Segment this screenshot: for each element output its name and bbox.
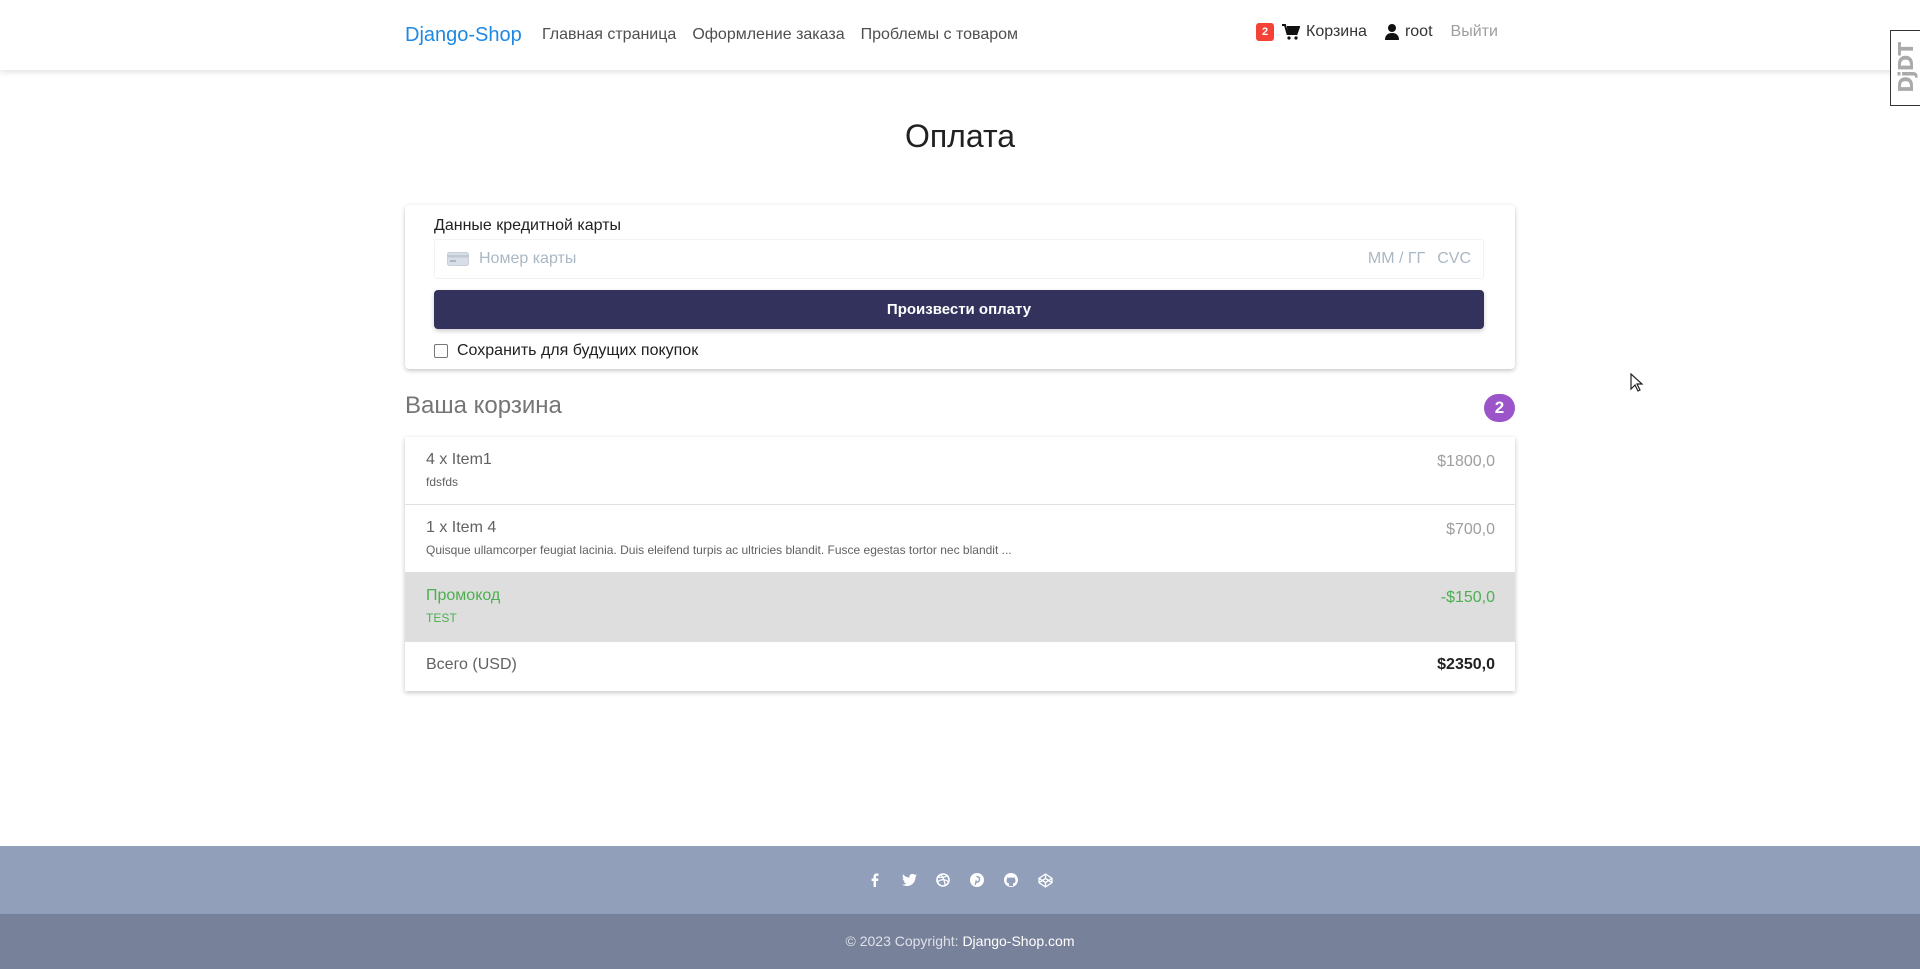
card-number-placeholder: Номер карты [479,250,577,267]
promo-row: Промокод TEST -$150,0 [405,573,1515,642]
pay-button[interactable]: Произвести оплату [434,290,1484,329]
facebook-icon[interactable] [867,872,883,888]
user-name: root [1404,23,1433,40]
promo-code: TEST [426,611,457,625]
nav-links: Главная страница Оформление заказа Пробл… [542,26,1034,44]
cart-item: 4 x Item1 fdsfds $1800,0 [405,437,1515,505]
cart-label: Корзина [1306,23,1367,40]
save-card-label: Сохранить для будущих покупок [457,342,699,359]
total-row: Всего (USD) $2350,0 [405,642,1515,691]
nav-right: 2 Корзина root Выйти [1256,20,1498,44]
nav-link-home[interactable]: Главная страница [542,26,676,44]
navbar: Django-Shop Главная страница Оформление … [0,0,1920,70]
mouse-cursor-icon [1630,373,1644,392]
dribbble-icon[interactable] [935,872,951,888]
copyright-bar: © 2023 Copyright: Django-Shop.com [0,914,1920,969]
cart-item: 1 x Item 4 Quisque ullamcorper feugiat l… [405,505,1515,573]
save-card-option[interactable]: Сохранить для будущих покупок [434,342,698,360]
promo-discount: -$150,0 [1440,589,1495,606]
cart-list: 4 x Item1 fdsfds $1800,0 1 x Item 4 Quis… [405,437,1515,691]
expiry-placeholder: MM / ГГ [1367,250,1426,267]
social-links [0,846,1920,914]
payment-form: Данные кредитной карты Номер карты MM / … [405,205,1515,369]
nav-link-checkout[interactable]: Оформление заказа [692,26,844,44]
twitter-icon[interactable] [901,872,917,888]
cart-header: Ваша корзина 2 [405,392,1515,422]
card-details-label: Данные кредитной карты [434,217,622,234]
cart-item-title: 4 x Item1 [426,451,492,468]
cart-count-badge: 2 [1256,23,1274,41]
codepen-icon[interactable] [1037,872,1053,888]
debug-toolbar-handle[interactable]: DjDT [1890,30,1920,106]
user-icon [1384,24,1399,40]
logout-link[interactable]: Выйти [1451,23,1498,41]
card-number-field[interactable]: Номер карты MM / ГГ CVC [434,239,1484,279]
nav-link-issues[interactable]: Проблемы с товаром [861,26,1018,44]
cart-item-price: $700,0 [1446,521,1495,538]
cvc-placeholder: CVC [1437,250,1471,267]
total-label: Всего (USD) [426,656,517,673]
cart-item-description: Quisque ullamcorper feugiat lacinia. Dui… [426,543,1012,557]
cart-link[interactable]: Корзина [1282,23,1367,41]
page-title: Оплата [904,118,1016,154]
cart-count-pill: 2 [1484,394,1515,422]
promo-title: Промокод [426,587,501,604]
cart-item-price: $1800,0 [1437,453,1495,470]
cart-item-description: fdsfds [426,475,459,489]
pinterest-icon[interactable] [969,872,985,888]
brand-link[interactable]: Django-Shop [405,24,522,47]
cart-icon [1282,24,1300,40]
total-price: $2350,0 [1437,656,1495,673]
credit-card-icon [447,252,469,266]
copyright-text: © 2023 Copyright: [845,933,959,949]
user-link[interactable]: root [1384,23,1433,41]
cart-item-title: 1 x Item 4 [426,519,497,536]
cart-heading: Ваша корзина [405,392,562,419]
site-link[interactable]: Django-Shop.com [962,933,1074,949]
debug-toolbar-label: DjDT [1893,43,1918,93]
github-icon[interactable] [1003,872,1019,888]
save-card-checkbox[interactable] [434,344,448,358]
